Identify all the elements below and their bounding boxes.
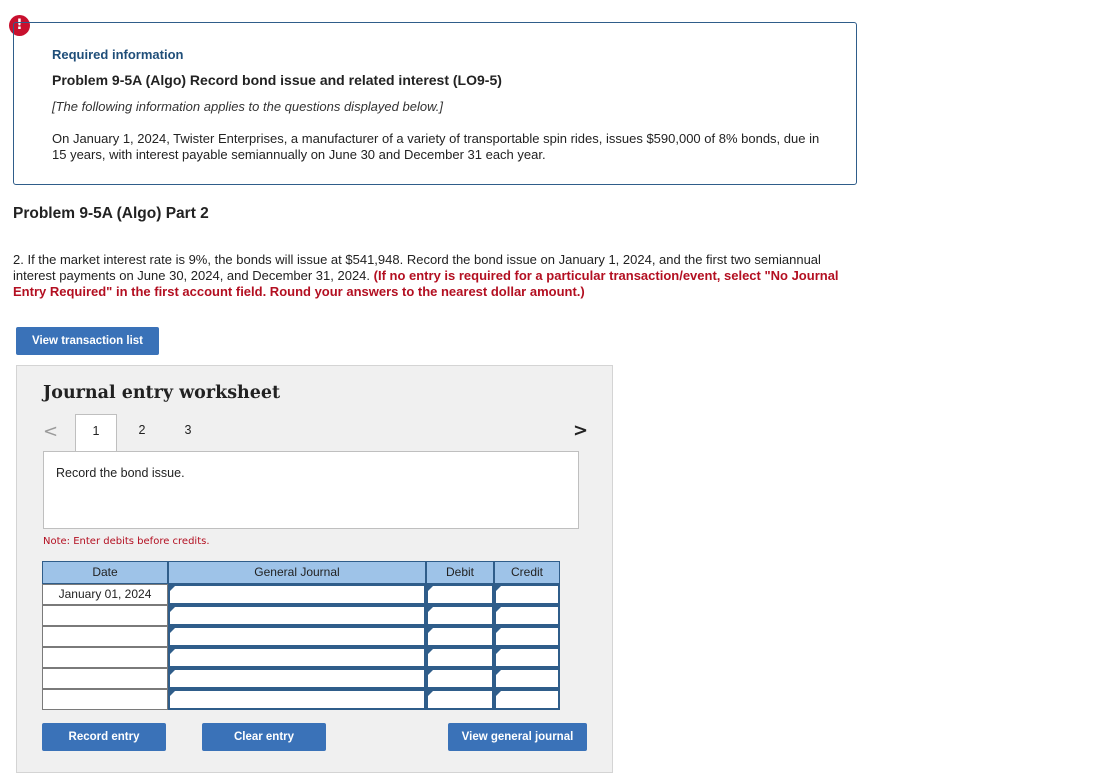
view-transaction-list-button[interactable]: View transaction list (16, 327, 159, 355)
account-input[interactable] (168, 605, 426, 626)
debit-input[interactable] (426, 626, 494, 647)
dropdown-marker-icon (428, 586, 433, 591)
dropdown-marker-icon (170, 607, 175, 612)
credit-input[interactable] (494, 584, 560, 605)
table-row-date[interactable]: January 01, 2024 (42, 584, 168, 605)
table-row-date (42, 689, 168, 710)
column-header-credit: Credit (494, 561, 560, 584)
required-info-label: Required information (52, 47, 184, 62)
transaction-description-box: Record the bond issue. (43, 451, 579, 529)
tab-2[interactable]: 2 (121, 414, 163, 450)
question-text: 2. If the market interest rate is 9%, th… (13, 252, 858, 300)
account-input[interactable] (168, 647, 426, 668)
column-header-debit: Debit (426, 561, 494, 584)
dropdown-marker-icon (496, 628, 501, 633)
credit-input[interactable] (494, 689, 560, 710)
debit-input[interactable] (426, 647, 494, 668)
part-title: Problem 9-5A (Algo) Part 2 (13, 205, 209, 222)
info-note: [The following information applies to th… (52, 99, 443, 114)
journal-grid: Date General Journal Debit Credit Januar… (42, 561, 560, 710)
dropdown-marker-icon (496, 691, 501, 696)
required-info-box: Required information Problem 9-5A (Algo)… (13, 22, 857, 185)
view-general-journal-button[interactable]: View general journal (448, 723, 587, 751)
dropdown-marker-icon (170, 670, 175, 675)
debit-input[interactable] (426, 605, 494, 626)
table-row-date (42, 668, 168, 689)
clear-entry-button[interactable]: Clear entry (202, 723, 326, 751)
record-entry-button[interactable]: Record entry (42, 723, 166, 751)
column-header-date: Date (42, 561, 168, 584)
debit-credit-note: Note: Enter debits before credits. (43, 536, 210, 547)
account-input[interactable] (168, 689, 426, 710)
problem-title: Problem 9-5A (Algo) Record bond issue an… (52, 72, 502, 88)
dropdown-marker-icon (428, 691, 433, 696)
debit-input[interactable] (426, 689, 494, 710)
dropdown-marker-icon (170, 691, 175, 696)
debit-input[interactable] (426, 668, 494, 689)
credit-input[interactable] (494, 605, 560, 626)
dropdown-marker-icon (496, 607, 501, 612)
table-row-date (42, 626, 168, 647)
table-row-date (42, 605, 168, 626)
page: ! Required information Problem 9-5A (Alg… (0, 0, 1117, 783)
tab-3[interactable]: 3 (167, 414, 209, 450)
debit-input[interactable] (426, 584, 494, 605)
dropdown-marker-icon (428, 607, 433, 612)
account-input[interactable] (168, 626, 426, 647)
dropdown-marker-icon (170, 649, 175, 654)
dropdown-marker-icon (496, 670, 501, 675)
transaction-description: Record the bond issue. (56, 466, 185, 480)
credit-input[interactable] (494, 668, 560, 689)
tab-1[interactable]: 1 (75, 414, 117, 451)
dropdown-marker-icon (428, 670, 433, 675)
dropdown-marker-icon (496, 586, 501, 591)
worksheet-title: Journal entry worksheet (43, 383, 281, 403)
table-row-date (42, 647, 168, 668)
account-input[interactable] (168, 668, 426, 689)
chevron-left-icon[interactable]: < (43, 421, 58, 442)
chevron-right-icon[interactable]: > (573, 420, 588, 441)
dropdown-marker-icon (428, 628, 433, 633)
dropdown-marker-icon (496, 649, 501, 654)
dropdown-marker-icon (428, 649, 433, 654)
credit-input[interactable] (494, 647, 560, 668)
journal-entry-worksheet: Journal entry worksheet < 1 2 3 > Record… (16, 365, 613, 773)
account-input[interactable] (168, 584, 426, 605)
column-header-general-journal: General Journal (168, 561, 426, 584)
credit-input[interactable] (494, 626, 560, 647)
problem-body: On January 1, 2024, Twister Enterprises,… (52, 131, 820, 162)
dropdown-marker-icon (170, 586, 175, 591)
dropdown-marker-icon (170, 628, 175, 633)
